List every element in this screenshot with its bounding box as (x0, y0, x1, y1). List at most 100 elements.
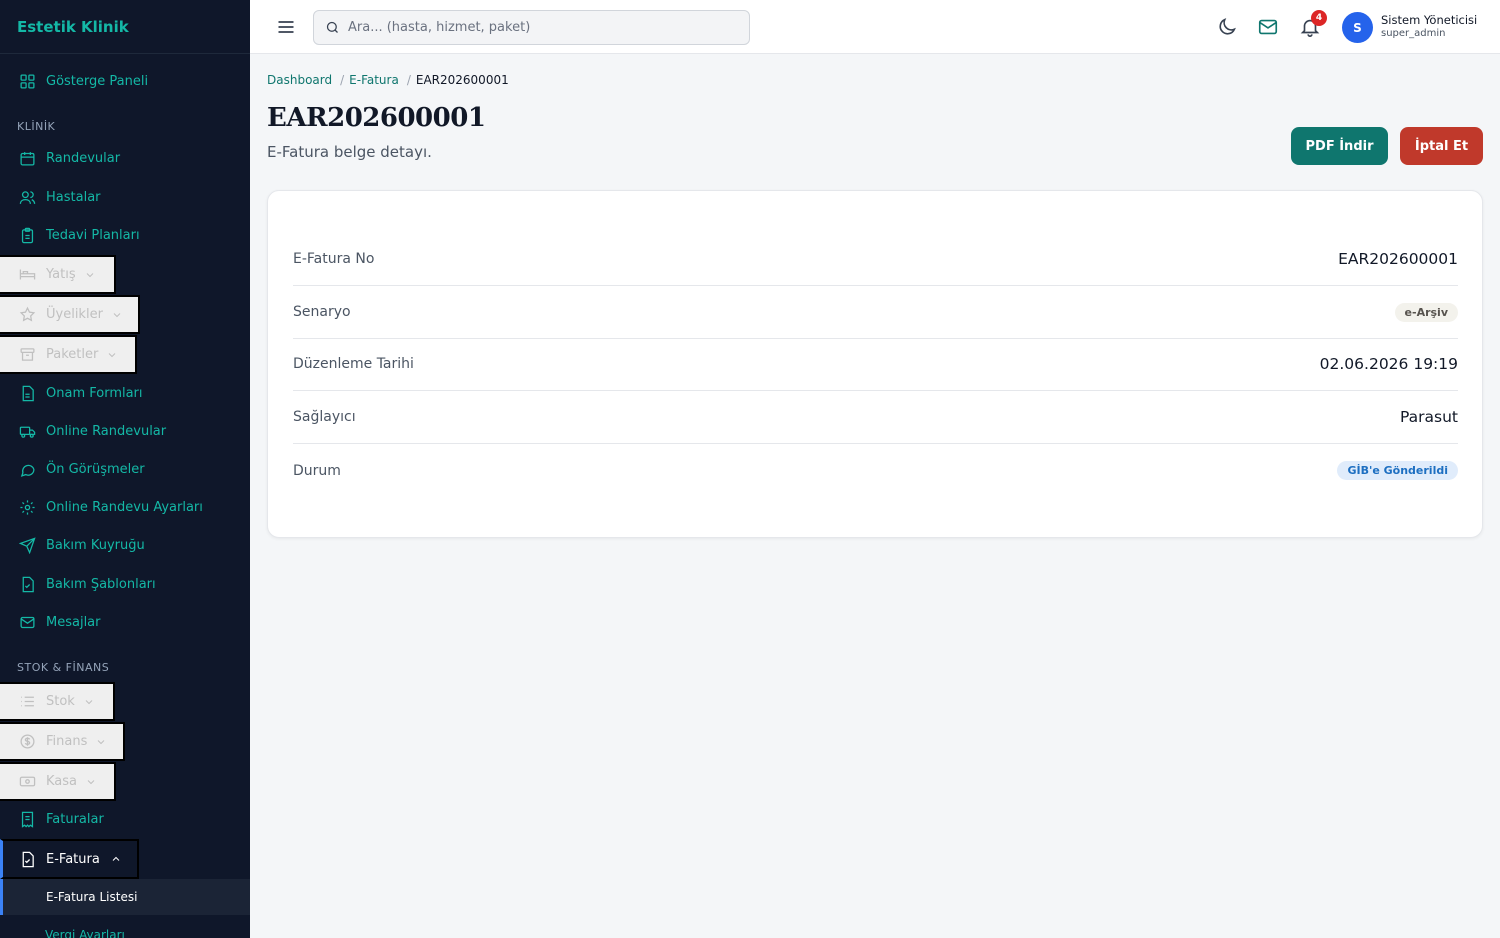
mail-icon[interactable] (1257, 16, 1279, 38)
clipboard-icon (21, 227, 34, 243)
sidebar-item-bakim-kuyrugu[interactable]: Bakım Kuyruğu (0, 528, 145, 562)
sidebar-item-dashboard[interactable]: Gösterge Paneli (0, 64, 148, 98)
send-icon (19, 536, 36, 554)
breadcrumb-efatura[interactable]: E-Fatura (349, 73, 399, 87)
detail-label: Senaryo (293, 304, 351, 320)
sidebar-group-paketler[interactable]: Paketler (0, 335, 137, 374)
archive-icon (20, 348, 35, 361)
sidebar-group-stok[interactable]: Stok (0, 682, 115, 721)
user-name[interactable]: Sistem Yöneticisi (1381, 13, 1477, 27)
list-icon (21, 696, 34, 707)
notification-badge: 4 (1311, 10, 1327, 26)
chevron-down-icon (87, 779, 95, 784)
page-title: EAR202600001 (267, 103, 486, 133)
file-check-icon (22, 851, 34, 867)
breadcrumb-separator: / (340, 73, 345, 87)
sidebar-group-yatis[interactable]: Yatış (0, 255, 116, 294)
sidebar-item-label: Üyelikler (46, 307, 103, 322)
invoice-detail-card: E-Fatura No EAR202600001 Senaryo e-Arşiv… (267, 190, 1483, 538)
detail-label: Düzenleme Tarihi (293, 356, 414, 372)
brand-logo[interactable]: Estetik Klinik (0, 0, 250, 54)
sidebar-item-label: Bakım Kuyruğu (46, 537, 145, 553)
search-box (313, 10, 750, 45)
detail-label: Sağlayıcı (293, 409, 356, 425)
chevron-down-icon (98, 739, 105, 744)
breadcrumb-dashboard[interactable]: Dashboard (267, 73, 332, 87)
menu-icon[interactable] (276, 17, 296, 37)
sidebar-item-mesajlar[interactable]: Mesajlar (0, 605, 101, 639)
section-label-stok-finans: STOK & FİNANS (17, 661, 110, 674)
calendar-icon (20, 151, 35, 166)
scenario-badge: e-Arşiv (1394, 302, 1458, 322)
sidebar-item-randevular[interactable]: Randevular (0, 141, 120, 175)
cash-icon (19, 776, 36, 787)
detail-label: Durum (293, 462, 341, 479)
sidebar-item-hastalar[interactable]: Hastalar (0, 180, 101, 214)
moon-icon[interactable] (1216, 16, 1238, 38)
sidebar-subitem-vergi-ayarlari[interactable]: Vergi Ayarları (0, 917, 250, 938)
avatar[interactable]: S (1342, 12, 1373, 43)
sidebar-item-label: Yatış (46, 267, 76, 282)
gear-icon (20, 499, 35, 515)
sidebar-item-online-randevular[interactable]: Online Randevular (0, 414, 166, 448)
search-icon (326, 21, 338, 33)
sidebar-subitem-efatura-listesi[interactable]: E-Fatura Listesi (0, 879, 250, 915)
detail-row-senaryo: Senaryo e-Arşiv (293, 286, 1458, 339)
chevron-down-icon (85, 699, 93, 704)
file-text-icon (22, 385, 34, 401)
page-subtitle: E-Fatura belge detayı. (267, 143, 432, 161)
users-icon (19, 190, 36, 204)
sidebar-item-label: Online Randevu Ayarları (46, 499, 203, 515)
detail-row-duzenleme-tarihi: Düzenleme Tarihi 02.06.2026 19:19 (293, 338, 1458, 391)
pdf-download-button[interactable]: PDF İndir (1291, 127, 1388, 165)
detail-value: Parasut (1400, 408, 1458, 426)
sidebar-item-label: Gösterge Paneli (46, 73, 149, 89)
detail-value: 02.06.2026 19:19 (1319, 355, 1458, 373)
truck-icon (19, 426, 36, 438)
section-label-klinik: KLİNİK (17, 120, 56, 133)
sidebar-item-label: Paketler (46, 347, 99, 362)
sidebar-item-label: Finans (46, 734, 88, 749)
topbar: 4 S Sistem Yöneticisi super_admin (250, 0, 1500, 54)
sidebar-item-label: Tedavi Planları (46, 227, 140, 243)
detail-row-saglayici: Sağlayıcı Parasut (293, 391, 1458, 444)
cancel-invoice-button[interactable]: İptal Et (1400, 127, 1483, 165)
grid-icon (20, 73, 35, 89)
sidebar-group-efatura[interactable]: E-Fatura (0, 839, 139, 879)
sidebar-item-onam[interactable]: Onam Formları (0, 376, 143, 410)
sidebar-item-label: Kasa (46, 774, 78, 789)
sidebar: Estetik Klinik Gösterge Paneli KLİNİK Ra… (0, 0, 250, 938)
status-badge: GİB'e Gönderildi (1337, 461, 1458, 480)
detail-row-durum: Durum GİB'e Gönderildi (293, 444, 1458, 497)
chevron-down-icon (113, 312, 121, 317)
sidebar-item-label: Ön Görüşmeler (46, 461, 145, 477)
star-icon (19, 306, 36, 322)
sidebar-item-label: Hastalar (46, 189, 101, 205)
chevron-up-icon (112, 856, 120, 861)
sidebar-item-faturalar[interactable]: Faturalar (0, 802, 104, 836)
sidebar-item-label: Mesajlar (46, 614, 101, 630)
sidebar-item-label: Faturalar (46, 811, 104, 827)
breadcrumb-separator: / (406, 73, 411, 87)
sidebar-group-kasa[interactable]: Kasa (0, 762, 116, 801)
detail-row-efatura-no: E-Fatura No EAR202600001 (293, 233, 1458, 286)
detail-label: E-Fatura No (293, 251, 375, 267)
sidebar-item-online-ayarlar[interactable]: Online Randevu Ayarları (0, 490, 203, 524)
sidebar-item-bakim-sablonlari[interactable]: Bakım Şablonları (0, 567, 156, 601)
sidebar-group-uyelikler[interactable]: Üyelikler (0, 295, 140, 334)
sidebar-item-label: Randevular (46, 150, 121, 166)
chevron-down-icon (86, 272, 93, 277)
search-input[interactable] (348, 20, 728, 35)
mail-icon (20, 616, 35, 628)
dollar-icon (20, 734, 35, 749)
sidebar-item-on-gorusmeler[interactable]: Ön Görüşmeler (0, 452, 145, 486)
breadcrumb: Dashboard / E-Fatura / EAR202600001 (267, 73, 509, 87)
sidebar-item-tedavi[interactable]: Tedavi Planları (0, 218, 140, 252)
bed-icon (19, 269, 36, 280)
sidebar-item-label: Onam Formları (46, 385, 143, 401)
breadcrumb-current: EAR202600001 (415, 73, 509, 87)
sidebar-item-label: Online Randevular (46, 423, 167, 439)
user-role: super_admin (1381, 28, 1446, 39)
sidebar-item-label: E-Fatura (46, 851, 100, 867)
sidebar-group-finans[interactable]: Finans (0, 722, 125, 761)
